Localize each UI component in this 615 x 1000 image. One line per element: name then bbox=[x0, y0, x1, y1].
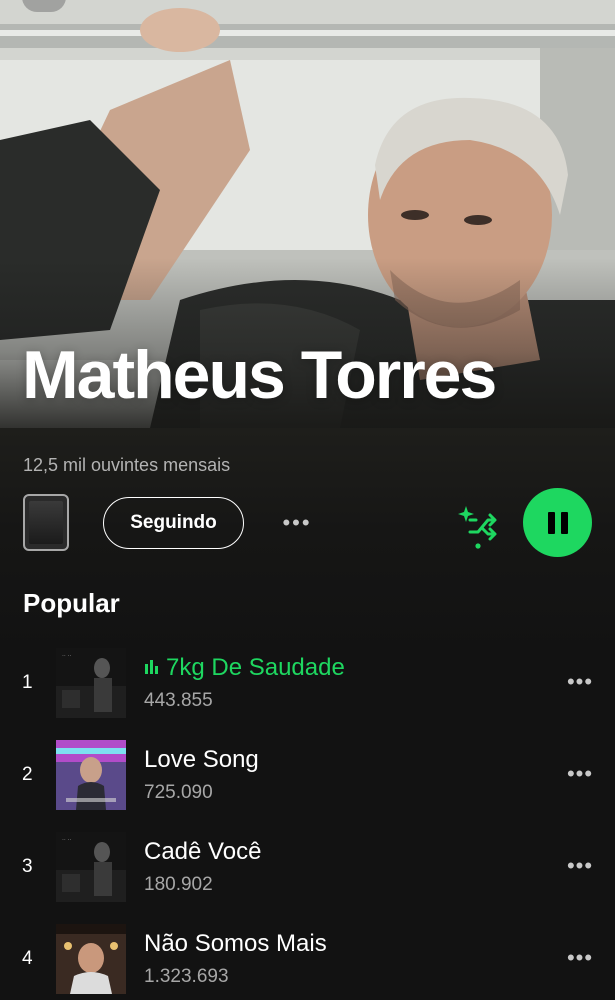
track-title: Não Somos Mais bbox=[144, 930, 327, 957]
svg-text:·· ··: ·· ·· bbox=[62, 653, 72, 660]
artist-name: Matheus Torres bbox=[22, 337, 497, 413]
track-row[interactable]: 1 ·· ·· 7kg De Saudade 443.855 ••• bbox=[0, 648, 615, 724]
track-plays: 725.090 bbox=[144, 782, 213, 803]
artist-content: 12,5 mil ouvintes mensais Seguindo ••• P… bbox=[0, 428, 615, 1000]
more-options-button[interactable]: ••• bbox=[279, 508, 315, 538]
follow-button[interactable]: Seguindo bbox=[103, 497, 244, 549]
pause-button[interactable] bbox=[523, 488, 592, 557]
track-cover bbox=[56, 740, 126, 810]
track-rank: 1 bbox=[22, 672, 33, 693]
smart-shuffle-icon[interactable] bbox=[456, 502, 500, 550]
track-row[interactable]: 2 Love Song 725.090 ••• bbox=[0, 740, 615, 816]
now-playing-icon bbox=[145, 660, 158, 674]
artist-preview-thumbnail[interactable] bbox=[23, 494, 69, 551]
svg-text:·· ··: ·· ·· bbox=[62, 837, 72, 844]
track-more-button[interactable]: ••• bbox=[562, 945, 598, 970]
track-more-button[interactable]: ••• bbox=[562, 853, 598, 878]
track-plays: 180.902 bbox=[144, 874, 213, 895]
track-title: Cadê Você bbox=[144, 838, 262, 865]
artist-header-image: Matheus Torres bbox=[0, 0, 615, 428]
track-row[interactable]: 4 Não Somos Mais 1.323.693 ••• bbox=[0, 924, 615, 1000]
track-more-button[interactable]: ••• bbox=[562, 669, 598, 694]
track-plays: 1.323.693 bbox=[144, 966, 229, 987]
popular-section-title: Popular bbox=[23, 588, 120, 618]
track-cover bbox=[56, 924, 126, 994]
track-rank: 3 bbox=[22, 856, 33, 877]
track-cover: ·· ·· bbox=[56, 832, 126, 902]
track-rank: 4 bbox=[22, 948, 33, 969]
track-title: 7kg De Saudade bbox=[144, 654, 345, 682]
track-cover: ·· ·· bbox=[56, 648, 126, 718]
track-rank: 2 bbox=[22, 764, 33, 785]
monthly-listeners: 12,5 mil ouvintes mensais bbox=[23, 455, 231, 475]
track-title: Love Song bbox=[144, 746, 259, 773]
pause-icon bbox=[547, 511, 555, 534]
track-plays: 443.855 bbox=[144, 690, 213, 711]
track-more-button[interactable]: ••• bbox=[562, 761, 598, 786]
track-row[interactable]: 3 ·· ·· Cadê Você 180.902 ••• bbox=[0, 832, 615, 908]
